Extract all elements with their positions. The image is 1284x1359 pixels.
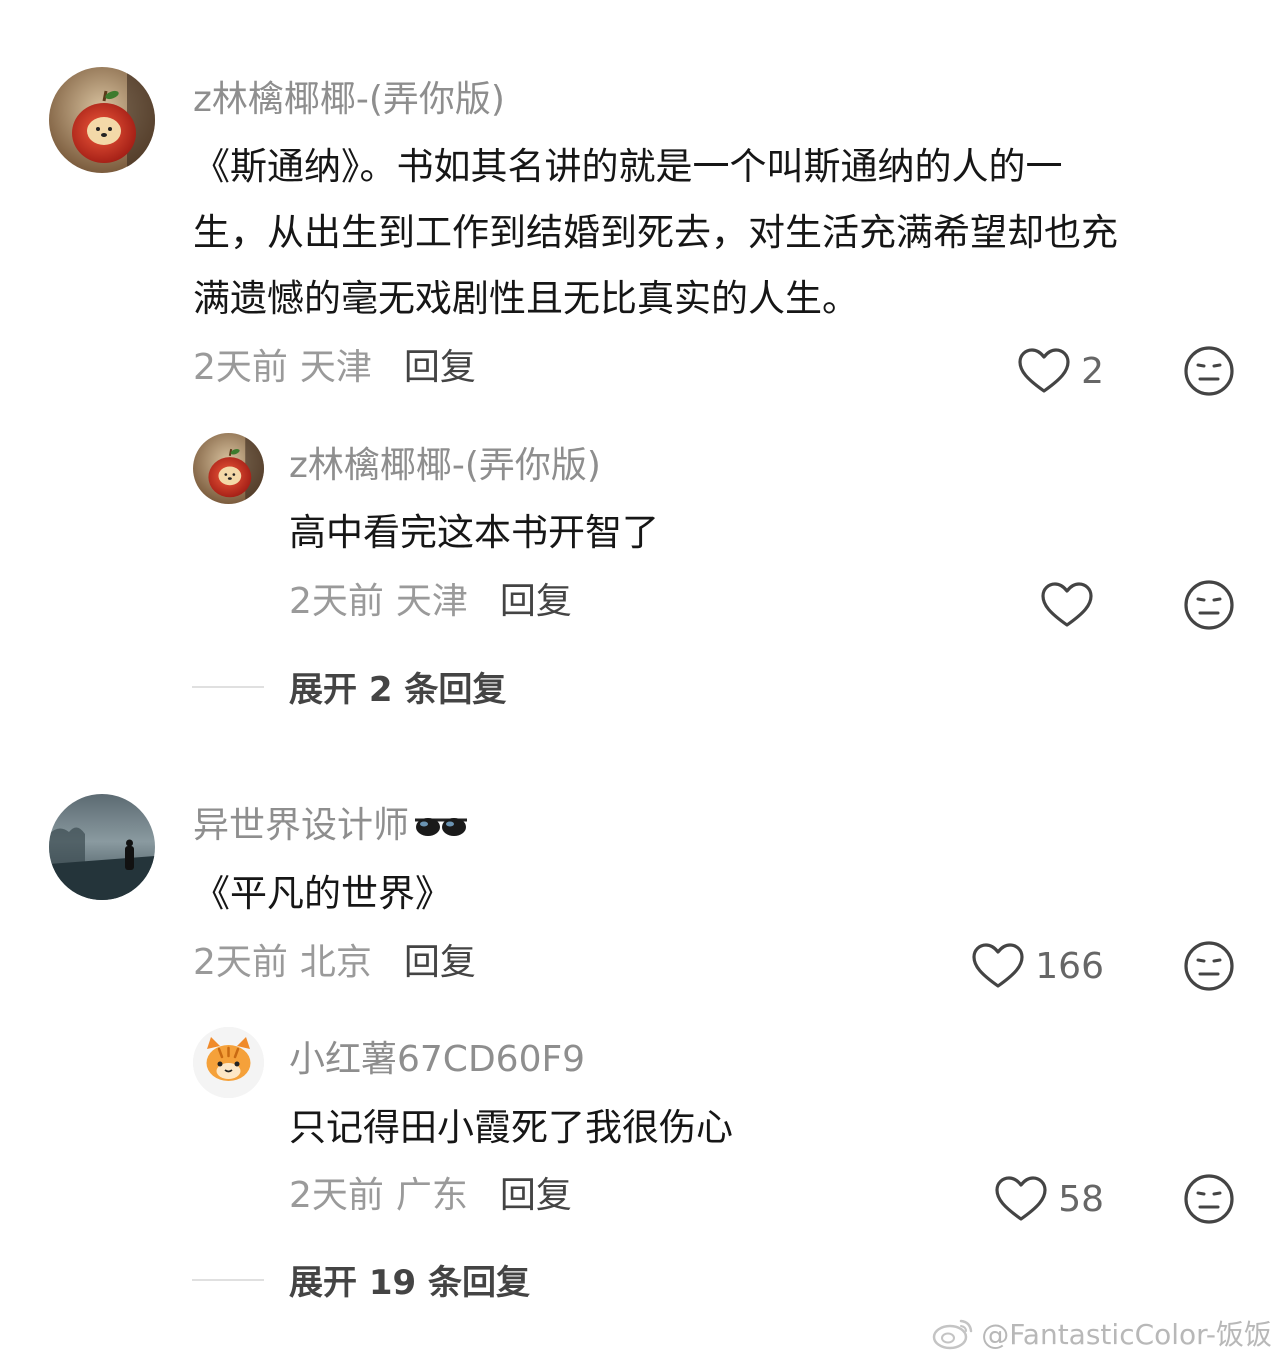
avatar-foggy-landscape[interactable] bbox=[49, 794, 155, 900]
watermark: @FantasticColor-饭饭 bbox=[931, 1313, 1272, 1353]
neutral-face-icon bbox=[1184, 941, 1234, 991]
cat-avatar-image bbox=[193, 1027, 264, 1098]
reply-text: 只记得田小霞死了我很伤心 bbox=[289, 1106, 733, 1149]
comment-meta: 2天前 天津 回复 bbox=[193, 346, 476, 390]
neutral-face-icon bbox=[1184, 580, 1234, 630]
comment-time: 2天前 bbox=[193, 942, 288, 983]
comment-time: 2天前 bbox=[193, 347, 288, 388]
like-count: 58 bbox=[1058, 1178, 1104, 1220]
reply-location: 广东 bbox=[395, 1175, 468, 1216]
comment-username-text: 异世界设计师 bbox=[193, 805, 410, 846]
expand-divider bbox=[192, 1278, 264, 1281]
reply-time: 2天前 bbox=[289, 1175, 384, 1216]
comment-location: 天津 bbox=[299, 347, 372, 388]
reply-button[interactable]: 回复 bbox=[500, 1175, 572, 1216]
reply-button[interactable]: 回复 bbox=[404, 942, 476, 983]
avatar-cat[interactable] bbox=[193, 1027, 264, 1098]
watermark-text: @FantasticColor-饭饭 bbox=[981, 1318, 1272, 1351]
sunglasses-icon bbox=[415, 818, 468, 836]
comment-text: 《平凡的世界》 bbox=[193, 872, 452, 915]
reply-button[interactable]: 回复 bbox=[404, 347, 476, 388]
expand-replies-button[interactable]: 展开 2 条回复 bbox=[192, 662, 506, 711]
expand-replies-label: 展开 19 条回复 bbox=[289, 1263, 530, 1303]
comment-text-line: 生，从出生到工作到结婚到死去，对生活充满希望却也充 bbox=[193, 211, 1118, 254]
comment-text: 《斯通纳》。书如其名讲的就是一个叫斯通纳的人的一 生，从出生到工作到结婚到死去，… bbox=[193, 134, 1243, 332]
foggy-landscape-image bbox=[49, 794, 155, 900]
reply-text: 高中看完这本书开智了 bbox=[289, 511, 659, 554]
dislike-button[interactable] bbox=[1183, 1173, 1235, 1225]
comment-location: 北京 bbox=[299, 942, 372, 983]
like-button[interactable] bbox=[1040, 578, 1104, 632]
like-count: 2 bbox=[1081, 350, 1104, 392]
dislike-button[interactable] bbox=[1183, 345, 1235, 397]
reply-meta: 2天前 广东 回复 bbox=[289, 1174, 572, 1218]
reply-username[interactable]: 小红薯67CD60F9 bbox=[289, 1038, 585, 1082]
comment-text-line: 满遗憾的毫无戏剧性且无比真实的人生。 bbox=[193, 277, 859, 320]
comment-text-line: 《斯通纳》。书如其名讲的就是一个叫斯通纳的人的一 bbox=[193, 145, 1063, 188]
comment-meta: 2天前 北京 回复 bbox=[193, 941, 476, 985]
neutral-face-icon bbox=[1184, 1174, 1234, 1224]
like-button[interactable]: 166 bbox=[971, 939, 1104, 993]
like-button[interactable]: 2 bbox=[1017, 344, 1104, 398]
heart-icon bbox=[972, 943, 1024, 988]
reply-location: 天津 bbox=[395, 581, 468, 622]
dislike-button[interactable] bbox=[1183, 579, 1235, 631]
reply-meta: 2天前 天津 回复 bbox=[289, 580, 572, 624]
reply-time: 2天前 bbox=[289, 581, 384, 622]
weibo-logo-icon bbox=[933, 1319, 973, 1350]
apple-avatar-image bbox=[49, 67, 155, 173]
reply-username[interactable]: z林檎椰椰-(弄你版) bbox=[289, 444, 601, 488]
apple-avatar-image bbox=[193, 433, 264, 504]
avatar-apple[interactable] bbox=[49, 67, 155, 173]
heart-icon bbox=[995, 1176, 1047, 1221]
comment-username[interactable]: 异世界设计师 bbox=[193, 804, 469, 848]
heart-icon bbox=[1018, 348, 1070, 393]
expand-replies-button[interactable]: 展开 19 条回复 bbox=[192, 1255, 530, 1304]
like-button[interactable]: 58 bbox=[994, 1172, 1104, 1226]
expand-divider bbox=[192, 685, 264, 688]
dislike-button[interactable] bbox=[1183, 940, 1235, 992]
comment-username[interactable]: z林檎椰椰-(弄你版) bbox=[193, 78, 505, 122]
like-count: 166 bbox=[1035, 945, 1104, 987]
avatar-apple[interactable] bbox=[193, 433, 264, 504]
reply-button[interactable]: 回复 bbox=[500, 581, 572, 622]
expand-replies-label: 展开 2 条回复 bbox=[289, 670, 507, 710]
heart-icon bbox=[1041, 582, 1093, 627]
neutral-face-icon bbox=[1184, 346, 1234, 396]
